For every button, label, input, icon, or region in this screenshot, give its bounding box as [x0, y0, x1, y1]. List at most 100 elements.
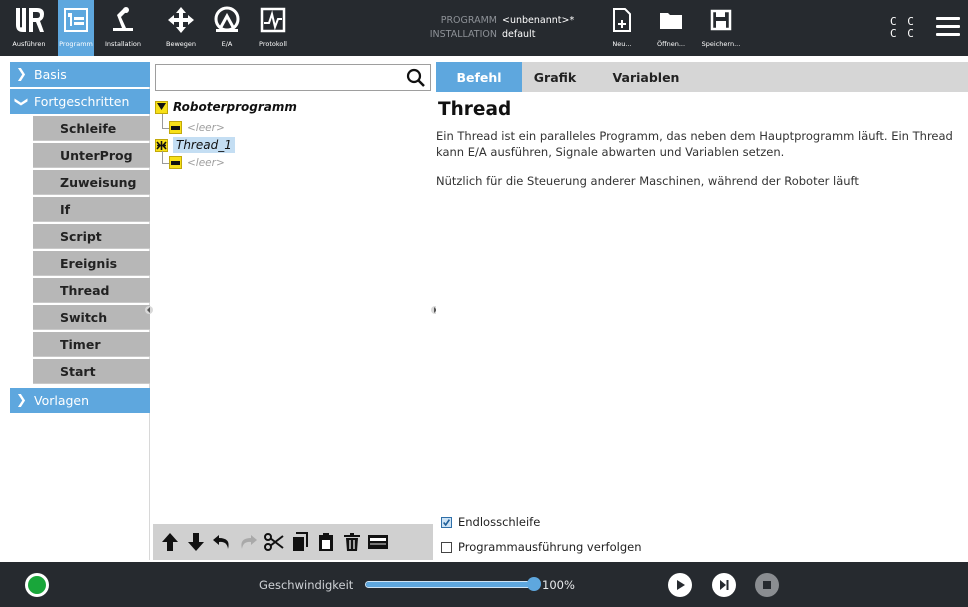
copy-button[interactable]: [288, 529, 312, 555]
track-execution-checkbox[interactable]: [441, 541, 452, 553]
category-vorlagen[interactable]: ❯ Vorlagen: [10, 388, 150, 413]
tree-toolbar: [153, 524, 433, 560]
speed-label: Geschwindigkeit: [259, 578, 354, 592]
ur-logo-icon: [16, 8, 44, 32]
installation-name: default: [502, 29, 536, 40]
checkmark-icon: [442, 517, 451, 527]
command-ereignis[interactable]: Ereignis: [33, 251, 150, 276]
move-up-button[interactable]: [158, 529, 182, 555]
log-icon: [260, 7, 286, 33]
command-unterprog[interactable]: UnterProg: [33, 143, 150, 168]
paste-icon: [319, 533, 333, 551]
category-label: Basis: [34, 67, 67, 82]
suppress-button[interactable]: [366, 529, 390, 555]
detail-tab-bar: Befehl Grafik Variablen: [436, 62, 968, 92]
collapse-left-panel-handle[interactable]: [145, 304, 153, 316]
step-button[interactable]: [712, 573, 736, 597]
category-fortgeschritten[interactable]: ❯ Fortgeschritten: [10, 89, 150, 114]
command-thread[interactable]: Thread: [33, 278, 150, 303]
command-script[interactable]: Script: [33, 224, 150, 249]
command-if[interactable]: If: [33, 197, 150, 222]
empty-line-icon: [169, 156, 182, 169]
endless-loop-checkbox-row[interactable]: Endlosschleife: [441, 515, 540, 529]
command-label: If: [60, 201, 71, 217]
cc-indicator: C C C C: [890, 16, 916, 40]
command-description: Ein Thread ist ein paralleles Programm, …: [436, 129, 953, 159]
program-tab-label: Programm: [59, 40, 93, 48]
power-status-button[interactable]: [25, 573, 49, 597]
tab-befehl[interactable]: Befehl: [436, 62, 522, 92]
category-label: Fortgeschritten: [34, 94, 130, 109]
tab-grafik[interactable]: Grafik: [522, 62, 588, 92]
save-button[interactable]: Speichern...: [696, 0, 746, 56]
command-timer[interactable]: Timer: [33, 332, 150, 357]
hamburger-menu-icon[interactable]: [936, 17, 960, 37]
move-arrows-icon: [168, 7, 194, 33]
tab-label: Befehl: [456, 69, 502, 85]
tree-empty-node[interactable]: <leer>: [169, 121, 225, 134]
program-tree-panel: Roboterprogramm <leer> Thread_1 <leer>: [153, 62, 433, 560]
stop-icon: [763, 581, 771, 589]
stop-button[interactable]: [755, 573, 779, 597]
new-button[interactable]: Neu...: [602, 0, 642, 56]
command-note: Nützlich für die Steuerung anderer Masch…: [436, 174, 859, 188]
speed-slider[interactable]: [365, 577, 541, 591]
open-button[interactable]: Öffnen...: [648, 0, 694, 56]
command-schleife[interactable]: Schleife: [33, 116, 150, 141]
suppress-icon: [368, 535, 388, 549]
category-basis[interactable]: ❯ Basis: [10, 62, 150, 87]
tree-root-node[interactable]: Roboterprogramm: [155, 100, 297, 114]
tab-label: Grafik: [533, 69, 577, 85]
command-start[interactable]: Start: [33, 359, 150, 384]
program-tab[interactable]: Programm: [58, 0, 94, 56]
app-window: Ausführen Programm Installation Bewegen …: [0, 0, 968, 607]
speed-slider-knob[interactable]: [527, 577, 541, 591]
redo-button[interactable]: [236, 529, 260, 555]
play-button[interactable]: [668, 573, 692, 597]
open-folder-icon: [660, 13, 682, 29]
new-button-label: Neu...: [612, 40, 632, 48]
track-execution-checkbox-row[interactable]: Programmausführung verfolgen: [441, 540, 642, 554]
footer-bar: Geschwindigkeit 100%: [0, 562, 968, 607]
move-up-icon: [162, 533, 178, 551]
run-tab-label: Ausführen: [12, 40, 46, 48]
command-switch[interactable]: Switch: [33, 305, 150, 330]
play-icon: [677, 580, 685, 590]
search-box: [155, 64, 431, 91]
log-tab[interactable]: Protokoll: [244, 0, 302, 56]
tree-root-label: Roboterprogramm: [173, 100, 297, 114]
delete-button[interactable]: [340, 529, 364, 555]
speed-slider-fill: [366, 582, 534, 587]
undo-button[interactable]: [210, 529, 234, 555]
command-label: Schleife: [60, 120, 117, 136]
tab-label: Variablen: [612, 69, 680, 85]
command-zuweisung[interactable]: Zuweisung: [33, 170, 150, 195]
program-name: <unbenannt>*: [502, 15, 575, 26]
tree-empty-node[interactable]: <leer>: [169, 156, 225, 169]
chevron-right-icon: ❯: [16, 67, 27, 82]
installation-key: INSTALLATION: [429, 29, 497, 40]
paste-button[interactable]: [314, 529, 338, 555]
search-input[interactable]: [156, 65, 401, 90]
installation-tab[interactable]: Installation: [94, 0, 152, 56]
empty-line-icon: [169, 121, 182, 134]
log-tab-label: Protokoll: [259, 40, 287, 48]
search-icon[interactable]: [406, 68, 426, 88]
command-label: Script: [60, 228, 102, 244]
redo-icon: [241, 535, 257, 549]
save-button-label: Speichern...: [701, 40, 741, 48]
run-tab[interactable]: Ausführen: [0, 0, 58, 56]
top-bar: Ausführen Programm Installation Bewegen …: [0, 0, 968, 56]
tab-variablen[interactable]: Variablen: [600, 62, 692, 92]
command-label: Ereignis: [60, 255, 118, 271]
expand-triangle-icon[interactable]: [155, 100, 168, 114]
cut-button[interactable]: [262, 529, 286, 555]
endless-loop-checkbox[interactable]: [441, 516, 452, 528]
io-gauge-icon: [214, 6, 240, 32]
move-down-button[interactable]: [184, 529, 208, 555]
program-info: PROGRAMM <unbenannt>* INSTALLATION defau…: [420, 14, 610, 42]
tree-thread-label: Thread_1: [173, 137, 235, 153]
cut-icon: [264, 533, 284, 551]
tree-empty-label: <leer>: [187, 156, 225, 169]
checkbox-label: Endlosschleife: [458, 515, 541, 529]
